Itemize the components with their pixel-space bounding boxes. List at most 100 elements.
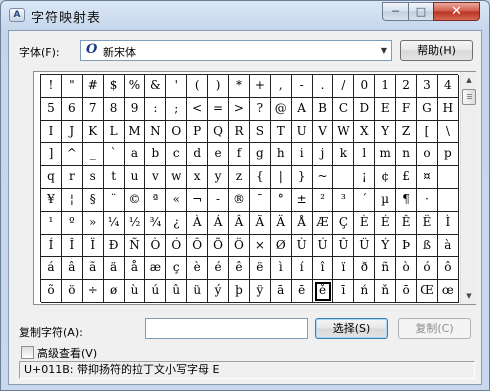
char-cell[interactable]	[333, 166, 355, 189]
char-cell[interactable]: &	[145, 75, 167, 98]
char-cell[interactable]: x	[187, 166, 209, 189]
char-cell[interactable]: ^	[61, 143, 83, 167]
char-cell[interactable]: õ	[41, 280, 62, 303]
char-cell[interactable]: 1	[375, 75, 397, 98]
char-cell[interactable]: ¯	[249, 188, 271, 212]
char-cell[interactable]: z	[229, 166, 250, 189]
char-cell[interactable]: 7	[82, 97, 104, 121]
char-cell[interactable]: Ë	[417, 211, 438, 235]
char-cell[interactable]: Ú	[312, 234, 334, 258]
char-cell[interactable]: H	[437, 97, 459, 121]
char-cell[interactable]: O	[166, 120, 188, 144]
char-cell[interactable]: æ	[145, 257, 167, 281]
char-cell[interactable]: ¦	[61, 188, 83, 212]
char-cell[interactable]: Ò	[145, 234, 167, 258]
char-cell[interactable]: ê	[229, 257, 250, 281]
char-cell[interactable]: Ñ	[124, 234, 146, 258]
char-cell[interactable]: Á	[208, 211, 230, 235]
char-cell[interactable]: C	[333, 97, 355, 121]
char-cell[interactable]: 6	[61, 97, 83, 121]
char-cell[interactable]: V	[312, 120, 334, 144]
char-cell[interactable]	[437, 166, 459, 189]
char-cell[interactable]: Î	[61, 234, 83, 258]
char-cell[interactable]: ¢	[375, 166, 397, 189]
char-cell[interactable]: ë	[249, 257, 271, 281]
char-cell[interactable]: F	[396, 97, 418, 121]
char-cell[interactable]: J	[61, 120, 83, 144]
char-cell[interactable]: D	[354, 97, 376, 121]
char-cell[interactable]: w	[166, 166, 188, 189]
char-cell[interactable]: Ô	[187, 234, 209, 258]
maximize-button[interactable]: □	[408, 2, 434, 21]
char-cell[interactable]: -	[208, 188, 230, 212]
char-cell[interactable]: ¶	[396, 188, 418, 212]
scroll-up-arrow-icon[interactable]: ▲	[461, 72, 477, 88]
char-cell[interactable]: £	[396, 166, 418, 189]
char-cell[interactable]: ä	[103, 257, 125, 281]
char-cell[interactable]: ,	[270, 75, 292, 98]
char-cell[interactable]: Å	[291, 211, 313, 235]
char-cell[interactable]: s	[82, 166, 104, 189]
char-cell[interactable]: t	[103, 166, 125, 189]
char-cell[interactable]: Þ	[396, 234, 418, 258]
char-cell[interactable]: ö	[61, 280, 83, 303]
char-cell[interactable]: Ä	[270, 211, 292, 235]
char-cell[interactable]: Q	[208, 120, 230, 144]
char-cell[interactable]: I	[41, 120, 62, 144]
char-cell[interactable]: l	[354, 143, 376, 167]
char-cell[interactable]: 0	[354, 75, 376, 98]
char-cell[interactable]: ì	[270, 257, 292, 281]
char-cell[interactable]: ō	[396, 280, 418, 303]
char-cell[interactable]: ¨	[103, 188, 125, 212]
char-cell[interactable]: m	[375, 143, 397, 167]
char-cell[interactable]: Ã	[249, 211, 271, 235]
select-button[interactable]: 选择(S)	[315, 318, 388, 339]
char-cell[interactable]: (	[187, 75, 209, 98]
char-cell[interactable]: ¼	[103, 211, 125, 235]
advanced-view-checkbox[interactable]	[21, 346, 34, 359]
char-cell[interactable]: $	[103, 75, 125, 98]
char-cell[interactable]: g	[249, 143, 271, 167]
char-cell[interactable]: !	[41, 75, 62, 98]
char-cell[interactable]: U	[291, 120, 313, 144]
char-cell[interactable]: ī	[333, 280, 355, 303]
char-cell[interactable]: R	[229, 120, 250, 144]
help-button[interactable]: 帮助(H)	[400, 40, 473, 61]
char-cell[interactable]: N	[145, 120, 167, 144]
char-cell[interactable]: 5	[41, 97, 62, 121]
char-cell[interactable]: Ê	[396, 211, 418, 235]
font-dropdown[interactable]: O 新宋体 ▼	[80, 40, 392, 61]
char-cell[interactable]: '	[166, 75, 188, 98]
char-cell[interactable]: é	[208, 257, 230, 281]
char-cell[interactable]: G	[417, 97, 438, 121]
char-cell[interactable]: p	[437, 143, 459, 167]
char-cell[interactable]: @	[270, 97, 292, 121]
char-cell[interactable]: {	[249, 166, 271, 189]
char-cell[interactable]: µ	[375, 188, 397, 212]
char-cell[interactable]: Ç	[333, 211, 355, 235]
char-cell[interactable]: û	[166, 280, 188, 303]
char-cell[interactable]: _	[82, 143, 104, 167]
char-cell[interactable]: á	[41, 257, 62, 281]
char-cell[interactable]: Y	[375, 120, 397, 144]
char-cell[interactable]: Ö	[229, 234, 250, 258]
char-cell[interactable]: <	[187, 97, 209, 121]
char-cell[interactable]: À	[187, 211, 209, 235]
char-cell[interactable]: ´	[354, 188, 376, 212]
char-cell[interactable]: r	[61, 166, 83, 189]
char-cell[interactable]: ň	[375, 280, 397, 303]
char-cell[interactable]: B	[312, 97, 334, 121]
char-cell[interactable]: M	[124, 120, 146, 144]
char-cell[interactable]: ³	[333, 188, 355, 212]
char-cell[interactable]: ā	[270, 280, 292, 303]
char-cell[interactable]: ó	[417, 257, 438, 281]
char-cell[interactable]: q	[41, 166, 62, 189]
char-cell[interactable]: ±	[291, 188, 313, 212]
char-cell[interactable]: ²	[312, 188, 334, 212]
char-cell[interactable]: Ý	[375, 234, 397, 258]
char-cell[interactable]: º	[61, 211, 83, 235]
char-cell[interactable]: /	[333, 75, 355, 98]
char-cell[interactable]: n	[396, 143, 418, 167]
vertical-scrollbar[interactable]: ▲ ▼	[460, 72, 476, 304]
char-cell[interactable]: ¥	[41, 188, 62, 212]
